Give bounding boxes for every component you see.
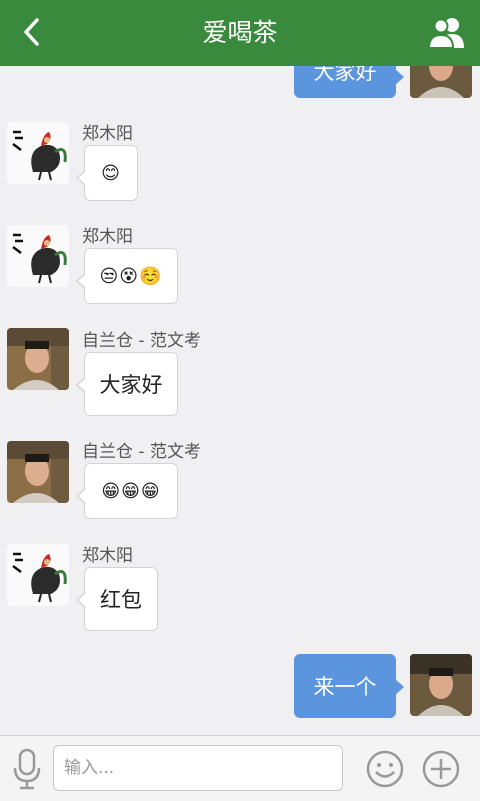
message-bubble-incoming[interactable]: 大家好 [76, 352, 178, 416]
message-bubble-incoming[interactable]: 😒😵☺️ [76, 248, 178, 304]
sender-name: 郑木阳 [82, 546, 133, 566]
sender-avatar-rooster[interactable] [7, 122, 69, 184]
message-bubble-outgoing[interactable]: 来一个 [294, 654, 404, 718]
sender-avatar-man[interactable] [7, 328, 69, 390]
message-bubble-incoming[interactable]: 红包 [76, 567, 158, 631]
message-input[interactable] [53, 745, 343, 791]
message-bubble-incoming[interactable]: 😁😁😁 [76, 463, 178, 519]
sender-avatar-rooster[interactable] [7, 225, 69, 287]
emoji-button[interactable] [365, 749, 405, 789]
message-bubble-incoming[interactable]: 😊 [76, 145, 138, 201]
plus-circle-icon [422, 750, 460, 788]
page-title: 爱喝茶 [202, 18, 278, 47]
app-header: 爱喝茶 [0, 0, 480, 66]
sender-name: 自兰仓 - 范文考 [82, 331, 201, 351]
group-members-button[interactable] [426, 14, 468, 50]
chat-area[interactable]: 大家好 郑木阳 😊 郑木阳 😒😵☺️ 自兰仓 - 范文考 大家好 自兰仓 - 范… [0, 0, 480, 735]
sender-avatar-man[interactable] [7, 441, 69, 503]
self-avatar[interactable] [410, 654, 472, 716]
sender-name: 郑木阳 [82, 124, 133, 144]
emoji-smile-icon [366, 750, 404, 788]
more-button[interactable] [421, 749, 461, 789]
group-members-icon [427, 18, 464, 49]
input-bar [0, 735, 480, 801]
voice-button[interactable] [10, 746, 44, 792]
sender-avatar-rooster[interactable] [7, 544, 69, 606]
sender-name: 郑木阳 [82, 227, 133, 247]
sender-name: 自兰仓 - 范文考 [82, 442, 201, 462]
microphone-icon [13, 748, 41, 790]
